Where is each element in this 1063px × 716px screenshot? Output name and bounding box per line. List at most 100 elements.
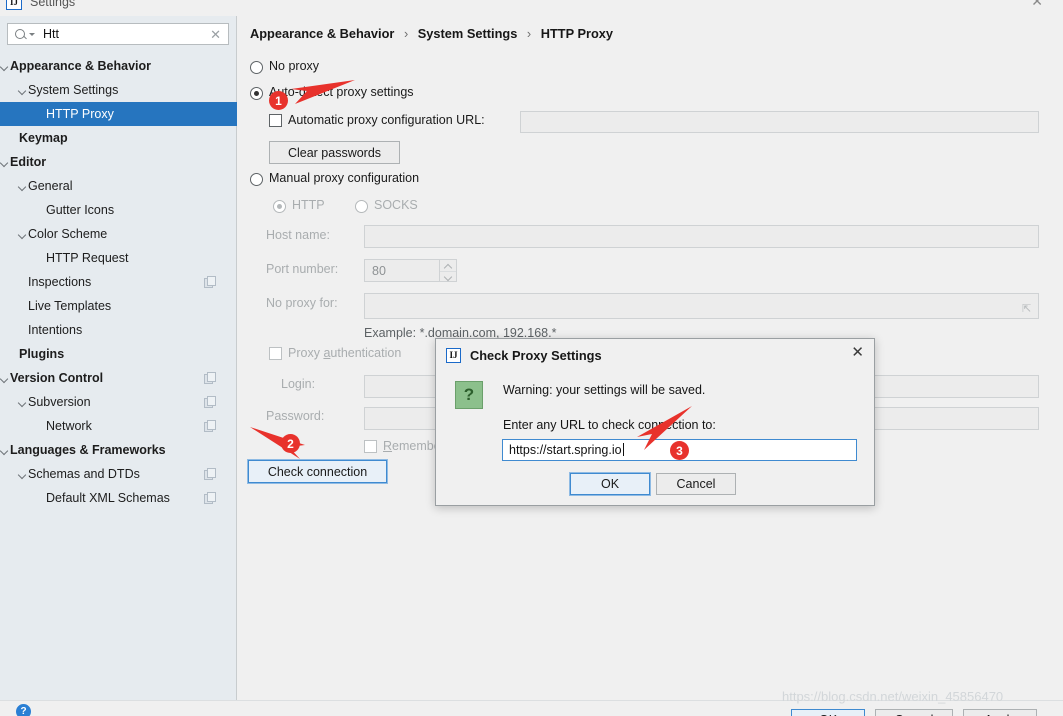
label-no-proxy[interactable]: No proxy <box>269 59 319 73</box>
sidebar-item-inspections[interactable]: Inspections <box>0 270 237 294</box>
port-number-value: 80 <box>372 263 386 278</box>
sidebar-item-label: Languages & Frameworks <box>10 443 166 457</box>
label-http[interactable]: HTTP <box>292 198 325 212</box>
dialog-warning-text: Warning: your settings will be saved. <box>503 383 706 397</box>
chevron-down-icon[interactable] <box>0 438 10 462</box>
sidebar-item-subversion[interactable]: Subversion <box>0 390 237 414</box>
clear-search-icon[interactable]: ✕ <box>210 28 221 41</box>
search-input-value: Htt <box>43 27 59 41</box>
settings-sidebar: Htt ✕ Appearance & Behavior System Settin… <box>0 16 237 700</box>
breadcrumb-part-2[interactable]: System Settings <box>418 26 518 41</box>
sidebar-item-label: Schemas and DTDs <box>28 467 140 481</box>
sidebar-item-default-xml-schemas[interactable]: Default XML Schemas <box>0 486 237 510</box>
port-number-stepper[interactable] <box>439 260 456 281</box>
chevron-down-icon[interactable] <box>0 54 10 78</box>
settings-tree: Appearance & Behavior System Settings HTTP… <box>0 54 237 510</box>
annotation-badge-3: 3 <box>670 441 689 460</box>
sidebar-item-plugins[interactable]: Plugins <box>0 342 237 366</box>
chevron-down-icon[interactable] <box>18 462 28 486</box>
label-host-name: Host name: <box>266 228 330 242</box>
sidebar-item-system-settings[interactable]: System Settings <box>0 78 237 102</box>
port-number-input[interactable]: 80 <box>364 259 457 282</box>
sidebar-item-keymap[interactable]: Keymap <box>0 126 237 150</box>
ok-button[interactable]: OK <box>791 709 865 716</box>
checkbox-proxy-authentication[interactable] <box>269 347 282 360</box>
cancel-button[interactable]: Cancel <box>875 709 953 716</box>
annotation-badge-2: 2 <box>281 434 300 453</box>
sidebar-item-label: HTTP Request <box>46 251 129 265</box>
watermark: https://blog.csdn.net/weixin_45856470 <box>782 689 1004 704</box>
breadcrumb: Appearance & Behavior › System Settings … <box>250 26 613 41</box>
chevron-down-icon[interactable] <box>18 78 28 102</box>
sidebar-item-label: HTTP Proxy <box>46 107 114 121</box>
dialog-cancel-label: Cancel <box>676 477 716 491</box>
sidebar-item-label: Gutter Icons <box>46 203 115 217</box>
dialog-ok-button[interactable]: OK <box>569 472 651 496</box>
help-icon[interactable]: ? <box>16 704 31 716</box>
label-socks[interactable]: SOCKS <box>374 198 418 212</box>
label-manual-proxy-config[interactable]: Manual proxy configuration <box>269 171 419 185</box>
radio-no-proxy[interactable] <box>250 61 263 74</box>
sidebar-item-color-scheme[interactable]: Color Scheme <box>0 222 237 246</box>
proxy-auth-text-post: uthentication <box>330 346 402 360</box>
label-no-proxy-for: No proxy for: <box>266 296 338 310</box>
checkbox-remember[interactable] <box>364 440 377 453</box>
sidebar-item-network[interactable]: Network <box>0 414 237 438</box>
label-port-number: Port number: <box>266 262 339 276</box>
chevron-down-icon[interactable] <box>18 390 28 414</box>
sidebar-item-intentions[interactable]: Intentions <box>0 318 237 342</box>
sidebar-item-appearance-behavior[interactable]: Appearance & Behavior <box>0 54 237 78</box>
chevron-down-icon[interactable] <box>18 222 28 246</box>
dialog-title: Check Proxy Settings <box>470 348 602 363</box>
stepper-down-icon[interactable] <box>440 270 456 282</box>
sidebar-item-http-request[interactable]: HTTP Request <box>0 246 237 270</box>
copy-settings-icon[interactable] <box>204 396 216 408</box>
copy-settings-icon[interactable] <box>204 276 216 288</box>
no-proxy-for-input[interactable]: ⇱ <box>364 293 1039 319</box>
radio-manual-proxy-config[interactable] <box>250 173 263 186</box>
sidebar-item-label: Editor <box>10 155 47 169</box>
expand-icon[interactable]: ⇱ <box>1022 304 1033 315</box>
chevron-down-icon[interactable] <box>18 174 28 198</box>
radio-socks[interactable] <box>355 200 368 213</box>
sidebar-item-label: Plugins <box>19 347 65 361</box>
sidebar-item-editor[interactable]: Editor <box>0 150 237 174</box>
settings-window: IJ Settings ✕ Htt ✕ Appearance & Behavio… <box>0 0 1063 716</box>
chevron-down-icon[interactable] <box>0 150 10 174</box>
host-name-input[interactable] <box>364 225 1039 248</box>
sidebar-item-gutter-icons[interactable]: Gutter Icons <box>0 198 237 222</box>
text-caret <box>622 443 624 456</box>
sidebar-item-http-proxy[interactable]: HTTP Proxy <box>0 102 237 126</box>
sidebar-item-languages-frameworks[interactable]: Languages & Frameworks <box>0 438 237 462</box>
sidebar-item-label: Version Control <box>10 371 104 385</box>
proxy-auth-text-pre: Proxy <box>288 346 324 360</box>
radio-http[interactable] <box>273 200 286 213</box>
sidebar-item-live-templates[interactable]: Live Templates <box>0 294 237 318</box>
search-input[interactable]: Htt ✕ <box>7 23 229 45</box>
search-icon <box>14 27 28 41</box>
copy-settings-icon[interactable] <box>204 468 216 480</box>
clear-passwords-button[interactable]: Clear passwords <box>269 141 400 164</box>
breadcrumb-part-1[interactable]: Appearance & Behavior <box>250 26 394 41</box>
apply-button[interactable]: Apply <box>963 709 1037 716</box>
stepper-up-icon[interactable] <box>440 260 456 271</box>
sidebar-item-label: Subversion <box>28 395 91 409</box>
sidebar-item-version-control[interactable]: Version Control <box>0 366 237 390</box>
chevron-down-icon <box>29 32 35 36</box>
dialog-close-icon[interactable]: ✕ <box>851 345 864 360</box>
automatic-proxy-config-url-input[interactable] <box>520 111 1039 133</box>
label-login: Login: <box>281 377 316 391</box>
dialog-cancel-button[interactable]: Cancel <box>656 473 736 495</box>
sidebar-item-schemas-and-dtds[interactable]: Schemas and DTDs <box>0 462 237 486</box>
chevron-down-icon[interactable] <box>0 366 10 390</box>
sidebar-item-label: Intentions <box>28 323 83 337</box>
sidebar-item-label: Keymap <box>19 131 68 145</box>
idea-logo-icon: IJ <box>446 348 461 363</box>
sidebar-item-general[interactable]: General <box>0 174 237 198</box>
copy-settings-icon[interactable] <box>204 492 216 504</box>
close-icon[interactable]: ✕ <box>1031 0 1043 9</box>
sidebar-item-label: Inspections <box>28 275 92 289</box>
copy-settings-icon[interactable] <box>204 372 216 384</box>
window-titlebar: IJ Settings ✕ <box>0 0 1063 16</box>
copy-settings-icon[interactable] <box>204 420 216 432</box>
